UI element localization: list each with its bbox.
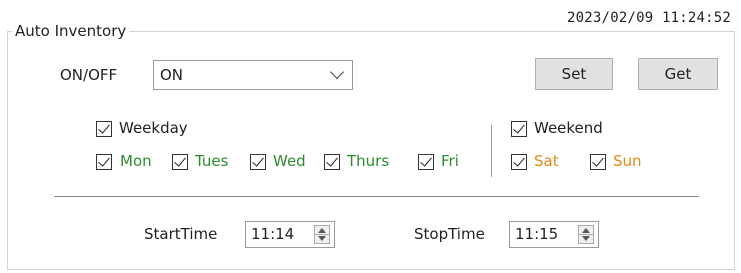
- onoff-label: ON/OFF: [60, 66, 118, 84]
- weekend-label: Weekend: [534, 119, 603, 137]
- onoff-select-value: ON: [160, 66, 184, 84]
- wed-label: Wed: [273, 152, 306, 170]
- onoff-select[interactable]: ON: [153, 60, 353, 90]
- mon-label: Mon: [120, 152, 152, 170]
- spin-up-icon[interactable]: [582, 228, 590, 233]
- start-time-spinner[interactable]: 11:14: [245, 221, 335, 248]
- spinner-arrows-icon[interactable]: [314, 225, 330, 244]
- sun-label: Sun: [613, 152, 642, 170]
- horizontal-divider: [54, 196, 699, 197]
- mon-checkbox[interactable]: [96, 154, 112, 170]
- sat-label: Sat: [534, 152, 559, 170]
- wed-checkbox[interactable]: [250, 154, 266, 170]
- spinner-arrows-icon[interactable]: [578, 225, 594, 244]
- tues-label: Tues: [195, 152, 229, 170]
- chevron-down-icon: [329, 64, 345, 80]
- timestamp: 2023/02/09 11:24:52: [567, 10, 731, 26]
- stop-time-spinner[interactable]: 11:15: [509, 221, 599, 248]
- stop-time-value: 11:15: [515, 225, 559, 243]
- vertical-divider: [491, 125, 492, 177]
- start-time-label: StartTime: [144, 225, 218, 243]
- group-title: Auto Inventory: [12, 22, 130, 40]
- weekday-checkbox[interactable]: [96, 121, 112, 137]
- fri-label: Fri: [441, 152, 459, 170]
- thurs-checkbox[interactable]: [324, 154, 340, 170]
- thurs-label: Thurs: [347, 152, 390, 170]
- start-time-value: 11:14: [251, 225, 295, 243]
- spin-up-icon[interactable]: [318, 228, 326, 233]
- tues-checkbox[interactable]: [172, 154, 188, 170]
- sat-checkbox[interactable]: [511, 154, 527, 170]
- set-button[interactable]: Set: [535, 58, 613, 90]
- stop-time-label: StopTime: [414, 225, 485, 243]
- spin-down-icon[interactable]: [582, 236, 590, 241]
- weekday-label: Weekday: [119, 119, 188, 137]
- weekend-checkbox[interactable]: [511, 121, 527, 137]
- get-button[interactable]: Get: [638, 58, 718, 90]
- sun-checkbox[interactable]: [590, 154, 606, 170]
- spin-down-icon[interactable]: [318, 236, 326, 241]
- fri-checkbox[interactable]: [418, 154, 434, 170]
